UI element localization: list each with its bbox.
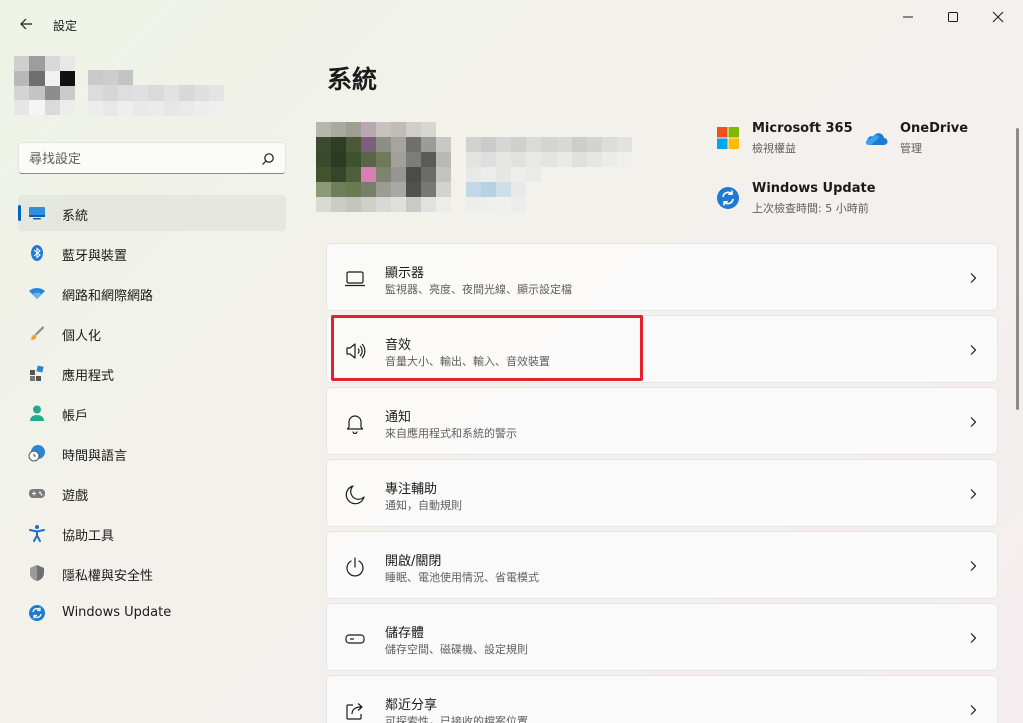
card-subtitle: 監視器、亮度、夜間光線、顯示設定檔 (385, 283, 572, 296)
title-bar: 設定 (0, 0, 1023, 48)
quick-link-title: Microsoft 365 (752, 121, 853, 136)
card-title: 開啟/關閉 (385, 554, 442, 569)
gamepad-icon (28, 484, 46, 502)
sidebar-item-label: Windows Update (62, 605, 172, 620)
sidebar-item-label: 時間與語言 (62, 449, 128, 464)
sidebar-item-privacy[interactable]: 隱私權與安全性 (18, 555, 286, 591)
chevron-right-icon (970, 489, 977, 499)
display-icon (344, 268, 366, 290)
search-icon[interactable] (260, 151, 276, 167)
chevron-right-icon (970, 273, 977, 283)
sidebar-item-label: 協助工具 (62, 529, 115, 544)
sidebar-item-accounts[interactable]: 帳戶 (18, 395, 286, 431)
sidebar-item-apps[interactable]: 應用程式 (18, 355, 286, 391)
app-title: 設定 (53, 19, 78, 33)
card-subtitle: 來自應用程式和系統的警示 (385, 427, 517, 440)
microsoft-logo-icon (717, 127, 739, 149)
bell-icon (344, 412, 366, 434)
onedrive-icon (865, 133, 888, 145)
quick-link-subtitle: 上次檢查時間: 5 小時前 (752, 202, 869, 215)
storage-icon (344, 628, 366, 650)
chevron-right-icon (970, 633, 977, 643)
quick-link-title: Windows Update (752, 181, 876, 196)
search-input[interactable] (29, 149, 249, 169)
card-title: 顯示器 (385, 266, 425, 281)
sidebar-item-personalization[interactable]: 個人化 (18, 315, 286, 351)
sidebar-item-label: 隱私權與安全性 (62, 569, 154, 584)
sidebar-nav: 系統 藍牙與裝置 網路和網際網路 個人化 應用程式 帳戶 時間與語言 遊戲 協助… (18, 195, 286, 635)
back-button[interactable] (12, 10, 40, 38)
wifi-icon (28, 284, 46, 302)
shield-icon (28, 564, 46, 582)
card-subtitle: 睡眠、電池使用情況、省電模式 (385, 571, 539, 584)
apps-icon (28, 364, 46, 382)
card-subtitle: 儲存空間、磁碟機、設定規則 (385, 643, 528, 656)
sidebar-item-label: 網路和網際網路 (62, 289, 154, 304)
sidebar-item-windows-update[interactable]: Windows Update (18, 595, 286, 631)
sidebar-item-label: 遊戲 (62, 489, 89, 504)
settings-card-focus-assist[interactable]: 專注輔助 通知，自動規則 (326, 459, 998, 527)
close-button[interactable] (975, 2, 1021, 32)
profile-name-redacted (88, 70, 224, 116)
sidebar-item-label: 個人化 (62, 329, 102, 344)
sidebar-item-label: 藍牙與裝置 (62, 249, 128, 264)
settings-card-power[interactable]: 開啟/關閉 睡眠、電池使用情況、省電模式 (326, 531, 998, 599)
search-box[interactable] (18, 142, 286, 174)
page-title: 系統 (327, 65, 378, 94)
card-title: 通知 (385, 410, 412, 425)
share-icon (344, 700, 366, 722)
update-icon (717, 187, 739, 209)
card-subtitle: 可探索性，已接收的檔案位置 (385, 715, 528, 723)
accessibility-icon (28, 524, 46, 542)
monitor-icon (28, 204, 46, 222)
bluetooth-icon (28, 244, 46, 262)
chevron-right-icon (970, 561, 977, 571)
quick-link-title: OneDrive (900, 121, 969, 136)
card-title: 鄰近分享 (385, 698, 438, 713)
sidebar-item-network[interactable]: 網路和網際網路 (18, 275, 286, 311)
sidebar-item-label: 系統 (62, 209, 89, 224)
quick-link-subtitle[interactable]: 檢視權益 (752, 141, 853, 157)
settings-card-notifications[interactable]: 通知 來自應用程式和系統的警示 (326, 387, 998, 455)
moon-icon (344, 484, 366, 506)
chevron-right-icon (970, 417, 977, 427)
sidebar-item-label: 應用程式 (62, 369, 115, 384)
globe-clock-icon (28, 444, 46, 462)
maximize-button[interactable] (930, 2, 976, 32)
settings-card-nearby-sharing[interactable]: 鄰近分享 可探索性，已接收的檔案位置 (326, 675, 998, 723)
sidebar-item-label: 帳戶 (62, 409, 89, 424)
sidebar-item-gaming[interactable]: 遊戲 (18, 475, 286, 511)
card-title: 儲存體 (385, 626, 425, 641)
sidebar-item-time-language[interactable]: 時間與語言 (18, 435, 286, 471)
chevron-right-icon (970, 705, 977, 715)
sidebar-item-accessibility[interactable]: 協助工具 (18, 515, 286, 551)
quick-link-subtitle[interactable]: 管理 (900, 141, 968, 157)
device-name-redacted (466, 137, 632, 212)
profile-avatar[interactable] (14, 56, 75, 115)
person-icon (28, 404, 46, 422)
update-icon (28, 604, 46, 622)
quick-link-onedrive[interactable]: OneDrive 管理 (864, 120, 968, 157)
card-subtitle: 通知，自動規則 (385, 499, 462, 512)
scrollbar-thumb[interactable] (1016, 128, 1019, 410)
arrow-left-icon (20, 18, 32, 30)
highlight-box (331, 315, 643, 381)
sidebar-item-system[interactable]: 系統 (18, 195, 286, 231)
quick-link-microsoft365[interactable]: Microsoft 365 檢視權益 (716, 120, 853, 157)
minimize-button[interactable] (885, 2, 931, 32)
device-image (316, 122, 451, 212)
card-title: 專注輔助 (385, 482, 438, 497)
chevron-right-icon (970, 345, 977, 355)
brush-icon (28, 324, 46, 342)
sidebar-item-bluetooth[interactable]: 藍牙與裝置 (18, 235, 286, 271)
close-icon (992, 11, 1004, 23)
power-icon (344, 556, 366, 578)
settings-card-storage[interactable]: 儲存體 儲存空間、磁碟機、設定規則 (326, 603, 998, 671)
maximize-icon (948, 12, 958, 22)
quick-link-windows-update[interactable]: Windows Update 上次檢查時間: 5 小時前 (716, 180, 876, 217)
minimize-icon (903, 16, 913, 18)
settings-card-display[interactable]: 顯示器 監視器、亮度、夜間光線、顯示設定檔 (326, 243, 998, 311)
